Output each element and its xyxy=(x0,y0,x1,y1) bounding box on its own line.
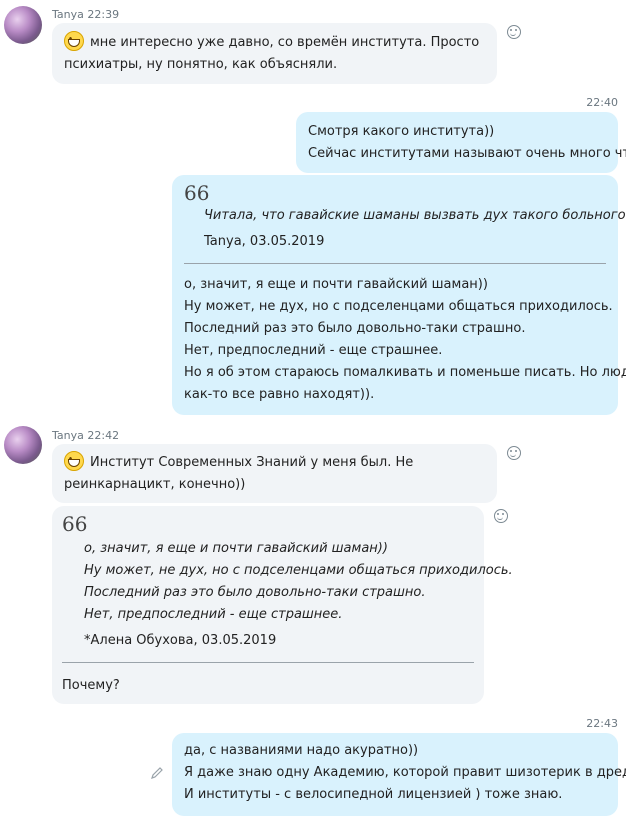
quoted-text: Последний раз это было довольно-таки стр… xyxy=(84,585,426,600)
sender-name: Tanya xyxy=(52,8,84,21)
edit-pencil-icon[interactable] xyxy=(150,766,164,780)
add-reaction-icon[interactable] xyxy=(507,446,521,460)
message-line: Ну может, не дух, но с подселенцами обща… xyxy=(184,299,613,314)
message-line: психиатры, ну понятно, как объясняли. xyxy=(64,57,338,72)
outgoing-message[interactable]: да, с названиями надо акуратно)) Я даже … xyxy=(172,733,626,816)
message-line: Но я об этом стараюсь помалкивать и поме… xyxy=(184,365,626,380)
quote-icon: 66 xyxy=(62,512,88,536)
message-sender-time: Tanya 22:42 xyxy=(52,429,119,442)
message-time: 22:42 xyxy=(87,429,120,442)
quote-attribution: Tanya, 03.05.2019 xyxy=(204,234,325,249)
message-line: как-то все равно находят)). xyxy=(184,387,375,402)
quoted-text: о, значит, я еще и почти гавайский шаман… xyxy=(84,541,388,556)
message-line: Сейчас институтами называют очень много … xyxy=(308,146,626,161)
grinning-emoji-icon xyxy=(64,31,84,51)
outgoing-message[interactable]: Смотря какого института)) Сейчас институ… xyxy=(296,112,626,173)
message-line: Последний раз это было довольно-таки стр… xyxy=(184,321,526,336)
message-line: Я даже знаю одну Академию, которой прави… xyxy=(184,765,626,780)
add-reaction-icon[interactable] xyxy=(494,509,508,523)
message-line: Почему? xyxy=(62,678,120,693)
sender-name: Tanya xyxy=(52,429,84,442)
add-reaction-icon[interactable] xyxy=(507,25,521,39)
incoming-message[interactable]: Институт Современных Знаний у меня был. … xyxy=(52,444,497,503)
avatar[interactable] xyxy=(4,6,42,44)
incoming-message[interactable]: мне интересно уже давно, со времён инсти… xyxy=(52,23,497,84)
outgoing-message[interactable]: 66 Читала, что гавайские шаманы вызвать … xyxy=(172,175,626,415)
message-sender-time: Tanya 22:39 xyxy=(52,8,119,21)
message-time: 22:43 xyxy=(586,717,618,730)
quoted-text: Ну может, не дух, но с подселенцами обща… xyxy=(84,563,513,578)
quote-divider xyxy=(62,662,474,663)
incoming-message[interactable]: 66 о, значит, я еще и почти гавайский ша… xyxy=(52,506,513,704)
avatar[interactable] xyxy=(4,426,42,464)
message-time: 22:40 xyxy=(586,96,618,109)
quoted-text: Читала, что гавайские шаманы вызвать дух… xyxy=(204,208,626,223)
quote-divider xyxy=(184,263,606,264)
message-line: Смотря какого института)) xyxy=(308,124,495,139)
message-line: Институт Современных Знаний у меня был. … xyxy=(90,455,414,470)
message-line: реинкарнацикт, конечно)) xyxy=(64,477,246,492)
message-line: мне интересно уже давно, со времён инсти… xyxy=(90,35,480,50)
message-line: да, с названиями надо акуратно)) xyxy=(184,743,419,758)
message-line: И институты - с велосипедной лицензией )… xyxy=(184,787,563,802)
grinning-emoji-icon xyxy=(64,451,84,471)
message-line: Нет, предпоследний - еще страшнее. xyxy=(184,343,443,358)
quoted-text: Нет, предпоследний - еще страшнее. xyxy=(84,607,343,622)
quote-attribution: *Алена Обухова, 03.05.2019 xyxy=(84,633,277,648)
message-line: о, значит, я еще и почти гавайский шаман… xyxy=(184,277,488,292)
message-time: 22:39 xyxy=(87,8,120,21)
quote-icon: 66 xyxy=(184,181,210,205)
